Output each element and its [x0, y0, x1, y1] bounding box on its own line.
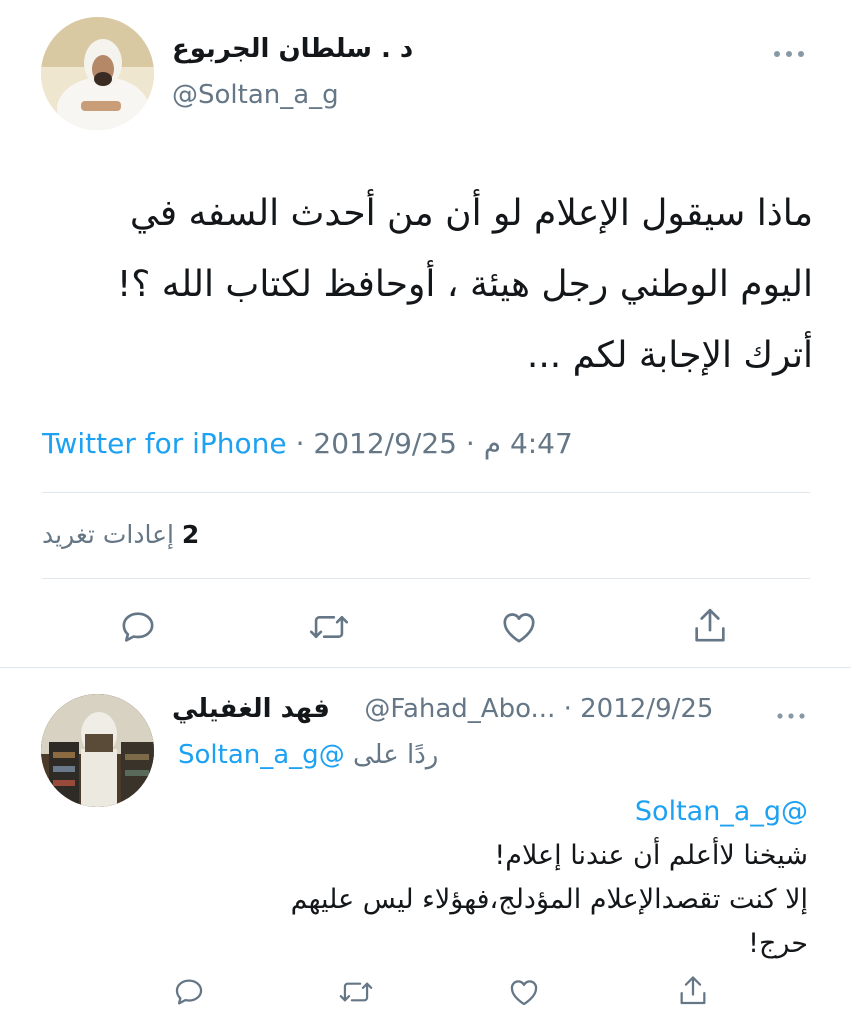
reply-mention[interactable]: @Soltan_a_g: [168, 790, 808, 834]
main-tweet-text: ماذا سيقول الإعلام لو أن من أحدث السفه ف…: [33, 178, 813, 391]
thread-divider: [0, 667, 851, 668]
retweet-count-row[interactable]: 2 إعادات تغريد: [42, 520, 199, 549]
reply-avatar[interactable]: [41, 694, 154, 807]
main-text-line: أترك الإجابة لكم ...: [526, 335, 813, 376]
meta-separator: ·: [563, 694, 572, 724]
main-more-icon[interactable]: [772, 36, 806, 66]
reply-text-line: شيخنا لاأعلم أن عندنا إعلام!: [494, 840, 808, 871]
share-icon[interactable]: [676, 973, 710, 1009]
divider: [42, 492, 810, 493]
retweet-count-label: إعادات تغريد: [42, 520, 174, 549]
like-icon[interactable]: [499, 607, 539, 647]
replying-to-label: ردًا على: [352, 740, 439, 770]
main-display-name[interactable]: د . سلطان الجربوع: [172, 34, 413, 64]
meta-separator: ·: [295, 427, 305, 460]
share-icon[interactable]: [690, 605, 730, 647]
main-tweet-meta: Twitter for iPhone · 2012/9/25 · 4:47 م: [42, 427, 573, 460]
reply-date[interactable]: 2012/9/25: [580, 694, 713, 724]
main-handle[interactable]: @Soltan_a_g: [172, 80, 339, 110]
main-avatar[interactable]: [41, 17, 154, 130]
reply-text: @Soltan_a_g شيخنا لاأعلم أن عندنا إعلام!…: [168, 790, 808, 966]
reply-display-name[interactable]: فهد الغفيلي: [172, 694, 330, 724]
retweet-icon[interactable]: [338, 975, 374, 1009]
divider: [42, 578, 810, 579]
reply-more-icon[interactable]: [776, 706, 806, 725]
tweet-date[interactable]: 2012/9/25: [313, 427, 457, 460]
reply-header: فهد الغفيلي @Fahad_Abo... · 2012/9/25: [172, 694, 713, 724]
reply-icon[interactable]: [172, 975, 206, 1009]
main-text-line: اليوم الوطني رجل هيئة ، أوحافظ لكتاب الل…: [116, 264, 813, 305]
replying-to-handle[interactable]: @Soltan_a_g: [178, 740, 345, 770]
retweet-count: 2: [181, 520, 200, 549]
reply-icon[interactable]: [118, 607, 158, 647]
reply-text-line: حرج!: [748, 928, 808, 959]
reply-text-line: إلا كنت تقصدالإعلام المؤدلج،فهؤلاء ليس ع…: [290, 884, 808, 915]
replying-to: ردًا على @Soltan_a_g: [178, 740, 438, 770]
reply-handle[interactable]: @Fahad_Abo...: [364, 694, 555, 724]
retweet-icon[interactable]: [308, 607, 350, 647]
tweet-time[interactable]: 4:47 م: [484, 427, 573, 460]
like-icon[interactable]: [507, 975, 541, 1009]
main-text-line: ماذا سيقول الإعلام لو أن من أحدث السفه ف…: [129, 193, 813, 234]
meta-separator: ·: [465, 427, 475, 460]
tweet-source-link[interactable]: Twitter for iPhone: [42, 427, 287, 460]
